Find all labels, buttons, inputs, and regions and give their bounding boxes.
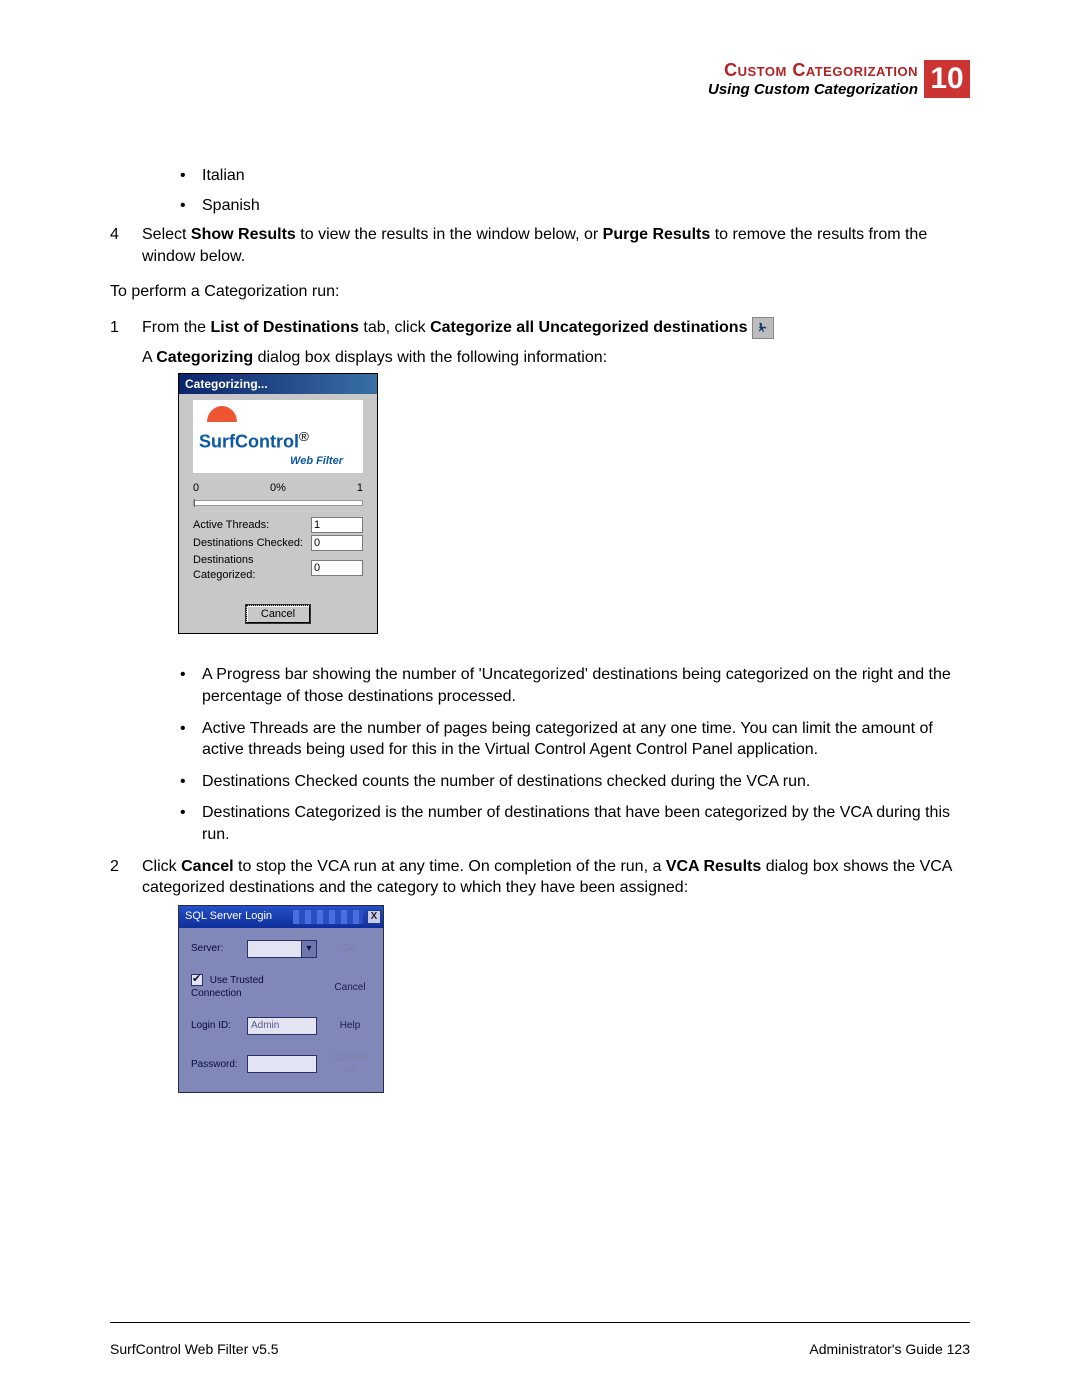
progress-percent: 0% (205, 481, 351, 496)
header-title: Custom Categorization (708, 60, 918, 81)
server-dropdown[interactable] (247, 940, 302, 958)
bold-text: VCA Results (666, 858, 761, 875)
list-item: Active Threads are the number of pages b… (180, 718, 970, 761)
progress-max: 1 (351, 481, 363, 496)
list-item: Italian (180, 165, 970, 187)
step-2: 2 Click Cancel to stop the VCA run at an… (110, 856, 970, 1093)
dialog-titlebar[interactable]: SQL Server Login X (179, 906, 383, 928)
progress-labels: 0 0% 1 (179, 479, 377, 500)
list-item: Destinations Categorized is the number o… (180, 802, 970, 845)
text: dialog box displays with the following i… (253, 349, 607, 366)
categorize-run-icon (752, 317, 774, 339)
step-number: 1 (110, 317, 142, 649)
dialog-titlebar: Categorizing... (179, 374, 377, 394)
language-bullet-list: Italian Spanish (110, 165, 970, 216)
text: Click (142, 858, 181, 875)
surfcontrol-swoosh-icon (207, 406, 237, 422)
bold-text: Categorize all Uncategorized destination… (430, 319, 747, 336)
page-content: Italian Spanish 4 Select Show Results to… (110, 60, 970, 1093)
row-value: 1 (311, 517, 363, 533)
active-threads-row: Active Threads: 1 (179, 516, 377, 534)
list-item: Spanish (180, 195, 970, 217)
logo-subtitle: Web Filter (199, 454, 357, 469)
trademark: ® (299, 429, 309, 444)
categorizing-dialog: Categorizing... SurfControl® Web Filter … (178, 373, 378, 635)
logo-text: SurfControl (199, 432, 299, 452)
progress-bar (193, 500, 363, 506)
chevron-down-icon[interactable]: ▾ (302, 940, 317, 958)
step-1: 1 From the List of Destinations tab, cli… (110, 317, 970, 649)
cancel-button[interactable]: Cancel (246, 605, 310, 624)
text: tab, click (359, 319, 430, 336)
bold-text: List of Destinations (210, 319, 358, 336)
row-label: Destinations Categorized: (193, 553, 311, 583)
password-field[interactable] (247, 1055, 317, 1073)
progress-min: 0 (193, 481, 205, 496)
cancel-button[interactable]: Cancel (327, 981, 373, 995)
password-label: Password: (191, 1058, 247, 1072)
ok-button[interactable]: OK (327, 942, 373, 956)
list-item: Destinations Checked counts the number o… (180, 771, 970, 793)
row-label: Destinations Checked: (193, 536, 311, 551)
bold-text: Purge Results (603, 226, 711, 243)
titlebar-stripes-icon (293, 910, 363, 924)
help-button[interactable]: Help (327, 1019, 373, 1033)
options-button[interactable]: Options >> (327, 1051, 373, 1078)
sql-server-login-dialog: SQL Server Login X Server: ▾ OK (178, 905, 384, 1093)
surfcontrol-logo: SurfControl® Web Filter (193, 400, 363, 473)
row-value: 0 (311, 560, 363, 576)
destinations-checked-row: Destinations Checked: 0 (179, 534, 377, 552)
chapter-number-badge: 10 (924, 60, 970, 98)
list-item: A Progress bar showing the number of 'Un… (180, 664, 970, 707)
login-id-label: Login ID: (191, 1019, 247, 1033)
page-header: Custom Categorization Using Custom Categ… (708, 60, 970, 98)
server-label: Server: (191, 942, 247, 956)
step-number: 4 (110, 224, 142, 267)
header-subtitle: Using Custom Categorization (708, 81, 918, 98)
login-id-field[interactable]: Admin (247, 1017, 317, 1035)
text: to view the results in the window below,… (296, 226, 603, 243)
page-footer: SurfControl Web Filter v5.5 Administrato… (110, 1322, 970, 1357)
text: From the (142, 319, 210, 336)
footer-product: SurfControl Web Filter v5.5 (110, 1341, 279, 1357)
perform-intro: To perform a Categorization run: (110, 281, 970, 303)
text: Select (142, 226, 191, 243)
dialog-description-list: A Progress bar showing the number of 'Un… (110, 664, 970, 845)
bold-text: Cancel (181, 858, 233, 875)
dialog-title: SQL Server Login (185, 909, 293, 924)
footer-page-info: Administrator's Guide 123 (809, 1341, 970, 1357)
step-number: 2 (110, 856, 142, 1093)
step-4: 4 Select Show Results to view the result… (110, 224, 970, 267)
row-label: Active Threads: (193, 518, 311, 533)
close-icon[interactable]: X (367, 910, 381, 924)
bold-text: Show Results (191, 226, 296, 243)
text: A (142, 349, 156, 366)
use-trusted-checkbox[interactable] (191, 974, 203, 986)
text: to stop the VCA run at any time. On comp… (234, 858, 666, 875)
row-value: 0 (311, 535, 363, 551)
destinations-categorized-row: Destinations Categorized: 0 (179, 552, 377, 584)
bold-text: Categorizing (156, 349, 253, 366)
